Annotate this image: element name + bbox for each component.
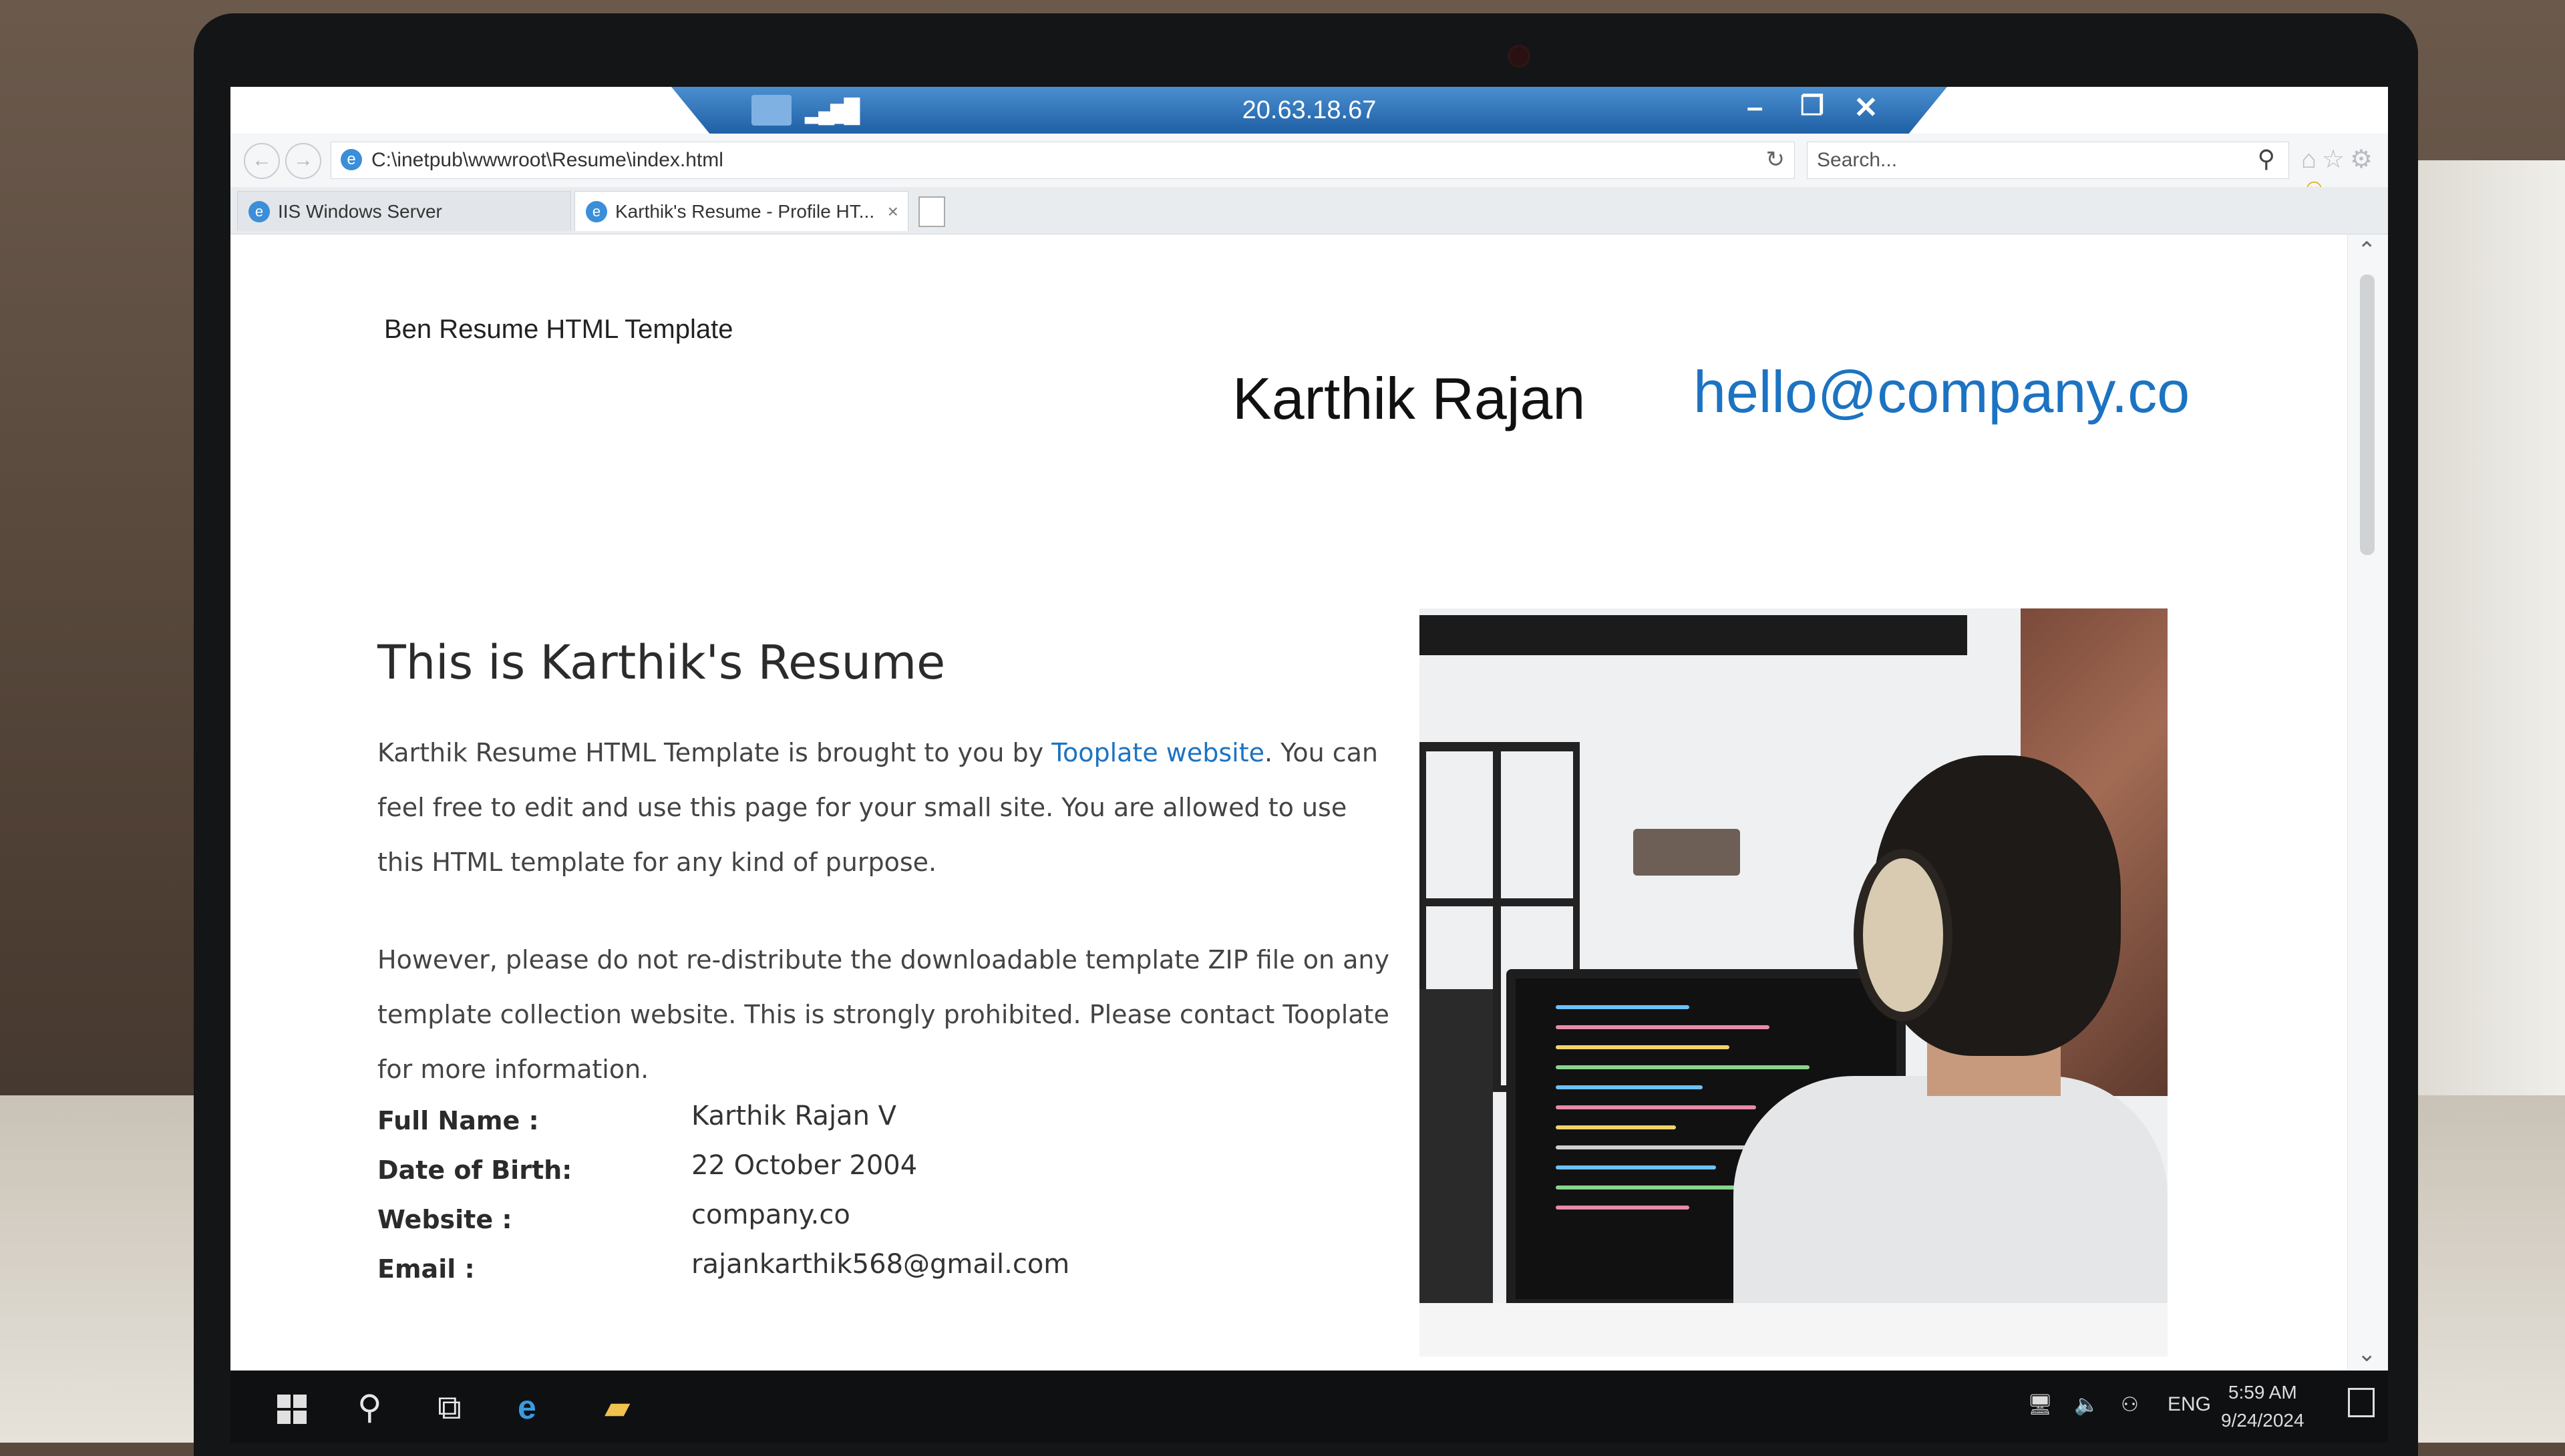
hero-name: Karthik Rajan [1232, 365, 1586, 431]
connection-icon[interactable]: ⚇ [2121, 1393, 2139, 1417]
info-label: Full Name : [377, 1106, 539, 1135]
hero-email-link[interactable]: hello@company.co [1693, 358, 2190, 426]
tooplate-link[interactable]: Tooplate website [1051, 738, 1264, 767]
tab-label: IIS Windows Server [278, 201, 442, 222]
tab-close-icon[interactable]: × [888, 192, 898, 232]
info-value: Karthik Rajan V [691, 1101, 896, 1131]
address-text: C:\inetpub\wwwroot\Resume\index.html [371, 149, 723, 171]
page-scrollbar[interactable]: ⌃ ⌄ [2347, 234, 2388, 1370]
start-button[interactable] [277, 1395, 307, 1424]
search-placeholder: Search... [1817, 149, 1898, 171]
info-row: Full Name : Karthik Rajan V [377, 1101, 1379, 1155]
code-line [1556, 1206, 1689, 1210]
tab-bar: e IIS Windows Server e Karthik's Resume … [230, 187, 2388, 234]
task-view-icon[interactable]: ⧉ [438, 1388, 462, 1427]
back-button[interactable]: ← [244, 143, 280, 179]
ie-icon: e [248, 201, 270, 222]
about-title: This is Karthik's Resume [377, 635, 946, 690]
search-icon[interactable]: ⚲ [2258, 145, 2275, 173]
search-icon[interactable]: ⚲ [357, 1388, 382, 1427]
about-paragraph-2: However, please do not re-distribute the… [377, 945, 1389, 1084]
home-icon[interactable]: ⌂ [2301, 146, 2322, 174]
code-line [1556, 1186, 1743, 1190]
tab-label: Karthik's Resume - Profile HT... [615, 201, 875, 222]
refresh-icon[interactable]: ↻ [1766, 146, 1785, 173]
about-text: Karthik Resume HTML Template is brought … [377, 738, 1052, 767]
code-line [1556, 1025, 1769, 1029]
browser-toolbar: ← → e C:\inetpub\wwwroot\Resume\index.ht… [230, 134, 2388, 202]
minimize-icon[interactable]: – [1747, 91, 1763, 124]
info-label: Website : [377, 1205, 512, 1234]
webcam [1510, 47, 1528, 65]
photo-shelf [1419, 615, 1967, 655]
ie-icon: e [586, 201, 607, 222]
photo-window-bar [1426, 898, 1573, 906]
new-tab-button[interactable] [918, 196, 945, 227]
clock-time: 5:59 AM [2228, 1382, 2297, 1403]
code-line [1556, 1125, 1676, 1129]
gear-icon[interactable]: ⚙ [2350, 146, 2378, 174]
personal-info-table: Full Name : Karthik Rajan V Date of Birt… [377, 1101, 1379, 1304]
network-icon[interactable]: 🖥 [2027, 1393, 2053, 1417]
volume-icon[interactable]: 🔈 [2074, 1393, 2099, 1417]
code-line [1556, 1005, 1689, 1009]
scroll-thumb[interactable] [2360, 275, 2375, 555]
windows-taskbar: ⚲ ⧉ e ▰ 🖥 🔈 ⚇ ENG 5:59 AM 9/24/2024 [230, 1371, 2388, 1443]
info-value: company.co [691, 1200, 850, 1230]
info-value: rajankarthik568@gmail.com [691, 1249, 1070, 1280]
photo-desk [1419, 1303, 2168, 1356]
photo-window-bar [1493, 751, 1501, 1085]
code-line [1556, 1105, 1756, 1109]
web-page: Ben Resume HTML Template Karthik Rajan h… [230, 234, 2348, 1370]
address-bar[interactable]: e C:\inetpub\wwwroot\Resume\index.html ↻ [331, 142, 1795, 179]
system-clock[interactable]: 5:59 AM 9/24/2024 [2221, 1379, 2304, 1435]
file-explorer-icon[interactable]: ▰ [605, 1388, 630, 1427]
scroll-up-icon[interactable]: ⌃ [2357, 237, 2377, 264]
photo-side-monitor [1419, 989, 1493, 1316]
close-icon[interactable]: ✕ [1854, 91, 1878, 125]
page-icon: e [341, 149, 362, 170]
info-row: Website : company.co [377, 1200, 1379, 1254]
photo-shelf-items [1633, 829, 1740, 876]
favorites-icon[interactable]: ☆ [2322, 146, 2350, 174]
search-input[interactable]: Search... ⚲ [1807, 142, 2289, 179]
info-value: 22 October 2004 [691, 1150, 918, 1181]
code-line [1556, 1045, 1729, 1049]
notification-icon[interactable] [2348, 1388, 2375, 1417]
language-indicator[interactable]: ENG [2168, 1393, 2211, 1416]
rdp-connection-bar: ▂▄▆█ 20.63.18.67 – ❐ ✕ [671, 87, 1947, 134]
code-line [1556, 1065, 1810, 1069]
clock-date: 9/24/2024 [2221, 1410, 2304, 1431]
code-line [1556, 1085, 1703, 1089]
tab-iis-windows-server[interactable]: e IIS Windows Server [237, 191, 571, 231]
tab-karthik-resume[interactable]: e Karthik's Resume - Profile HT... × [574, 191, 908, 231]
photo-headphones [1854, 849, 1952, 1021]
info-label: Email : [377, 1254, 475, 1284]
about-paragraph-1: Karthik Resume HTML Template is brought … [377, 725, 1399, 890]
info-row: Date of Birth: 22 October 2004 [377, 1150, 1379, 1205]
forward-button[interactable]: → [285, 143, 321, 179]
laptop-screen: ▂▄▆█ 20.63.18.67 – ❐ ✕ ← → e C:\inetpub\… [230, 87, 2388, 1443]
internet-explorer-icon[interactable]: e [518, 1388, 536, 1427]
scroll-down-icon[interactable]: ⌄ [2357, 1340, 2377, 1367]
restore-icon[interactable]: ❐ [1800, 91, 1824, 122]
info-row: Email : rajankarthik568@gmail.com [377, 1249, 1379, 1304]
info-label: Date of Birth: [377, 1155, 572, 1185]
code-line [1556, 1165, 1716, 1169]
site-brand[interactable]: Ben Resume HTML Template [384, 315, 733, 345]
profile-photo [1419, 608, 2168, 1356]
